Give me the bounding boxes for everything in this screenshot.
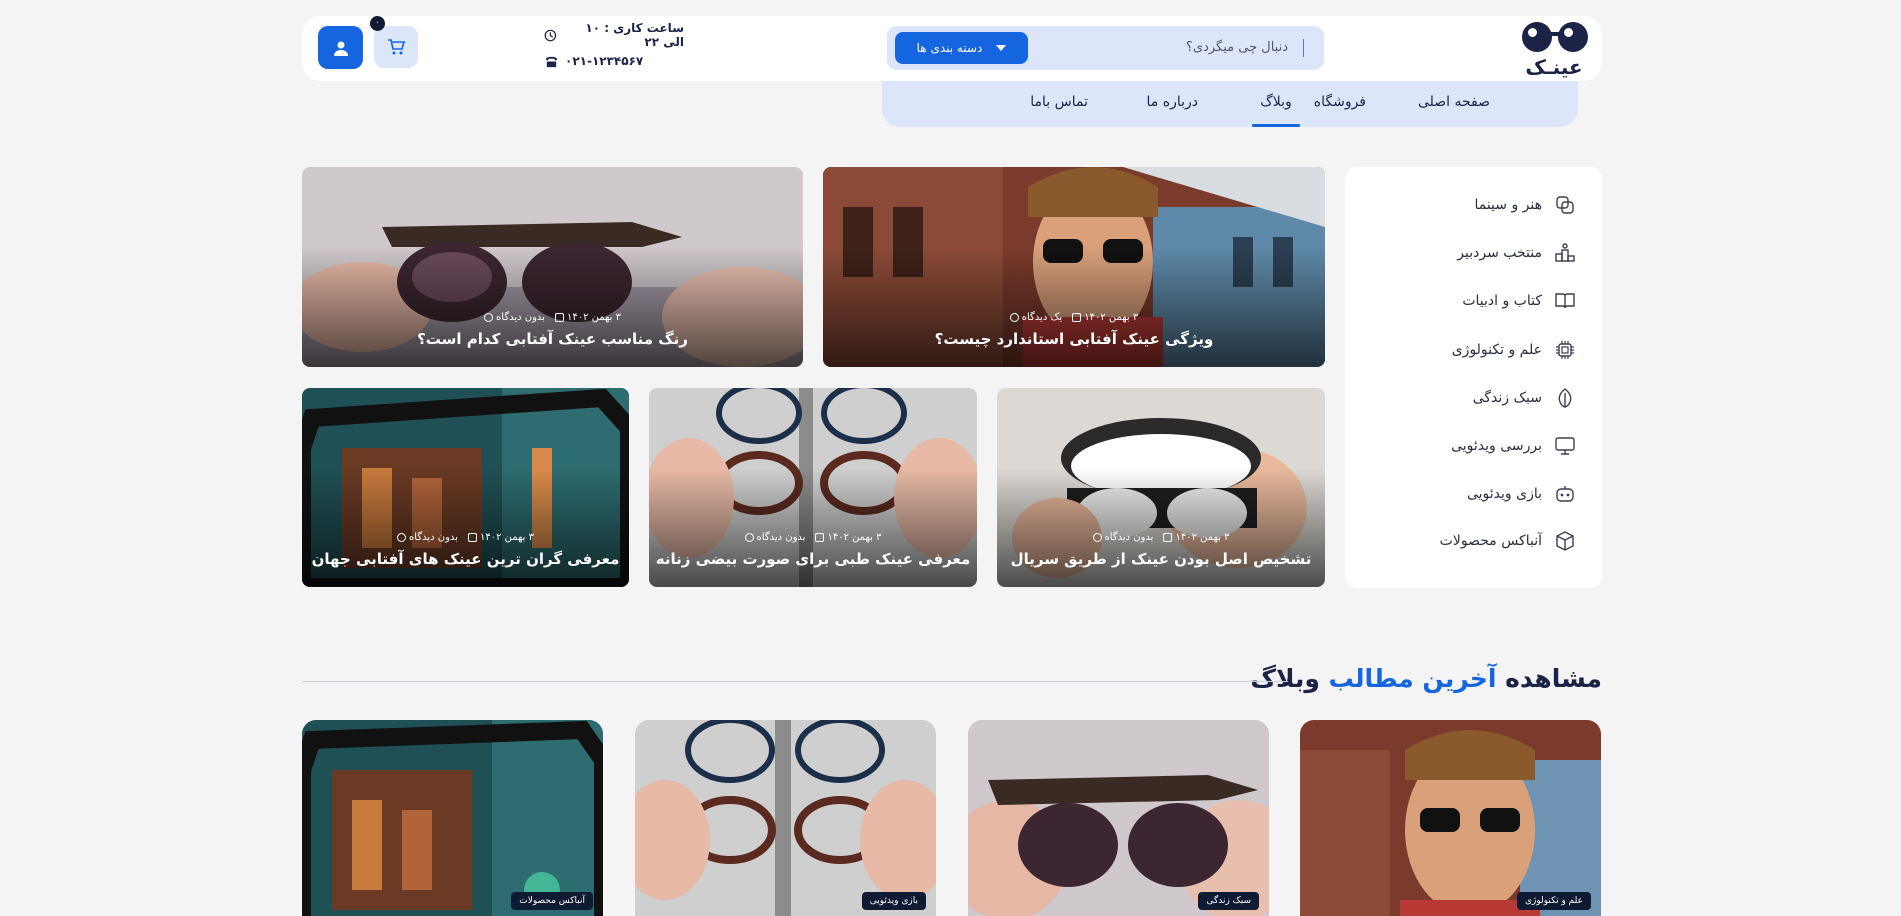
post-meta: ۳ بهمن ۱۴۰۲ بدون دیدگاه xyxy=(649,532,977,543)
comment-icon xyxy=(1092,533,1102,542)
latest-post-card[interactable]: علم و تکنولوژی xyxy=(1300,720,1601,916)
nav-item-about[interactable]: درباره ما xyxy=(1147,81,1198,127)
sidebar-item-books[interactable]: کتاب و ادبیات xyxy=(1462,286,1576,316)
cart-button[interactable] xyxy=(374,26,418,68)
category-sidebar: هنر و سینما منتخب سردبیر کتاب و ادبیات ع… xyxy=(1345,167,1602,588)
cart-icon xyxy=(388,39,406,55)
user-icon xyxy=(333,41,348,56)
cart-count-badge: ۰ xyxy=(370,16,385,31)
logo-lens-icon xyxy=(1558,22,1588,52)
category-tag[interactable]: بازی ویدئویی xyxy=(861,892,926,910)
sidebar-item-art-cinema[interactable]: هنر و سینما xyxy=(1474,190,1576,220)
post-comments: یک دیدگاه xyxy=(1009,312,1062,323)
logo-text: عینـک xyxy=(1525,55,1583,79)
site-header: عینـک دنبال چی میگردی؟ دسته بندی ها ساعت… xyxy=(302,16,1602,81)
box-icon xyxy=(1556,531,1574,551)
nav-item-blog[interactable]: وبلاگ xyxy=(1252,81,1300,127)
main-nav: صفحه اصلی فروشگاه وبلاگ درباره ما تماس ب… xyxy=(882,81,1578,127)
palette-icon xyxy=(1556,196,1574,214)
section-title: مشاهده آخرین مطالب وبلاگ xyxy=(1250,664,1602,693)
post-comments: بدون دیدگاه xyxy=(1092,532,1153,543)
featured-post-card[interactable]: ۳ بهمن ۱۴۰۲ یک دیدگاه ویژگی عینک آفتابی … xyxy=(823,167,1325,367)
logo-lens-icon xyxy=(1522,22,1552,52)
post-meta: ۳ بهمن ۱۴۰۲ بدون دیدگاه xyxy=(997,532,1325,543)
phone-icon xyxy=(545,56,558,67)
calendar-icon xyxy=(467,533,477,542)
latest-post-card[interactable]: بازی ویدئویی xyxy=(635,720,936,916)
post-comments: بدون دیدگاه xyxy=(397,532,458,543)
post-image xyxy=(302,720,603,916)
site-logo[interactable]: عینـک xyxy=(1520,20,1588,78)
calendar-icon xyxy=(1163,533,1173,542)
sidebar-item-video-games[interactable]: بازی ویدئویی xyxy=(1467,479,1576,509)
featured-post-card[interactable]: ۳ بهمن ۱۴۰۲ بدون دیدگاه معرفی گران ترین … xyxy=(302,388,629,587)
post-meta: ۳ بهمن ۱۴۰۲ بدون دیدگاه xyxy=(302,312,803,323)
post-date: ۳ بهمن ۱۴۰۲ xyxy=(815,532,881,543)
working-hours: ساعت کاری : ۱۰ الی ۲۲ xyxy=(544,21,684,49)
sidebar-item-science-tech[interactable]: علم و تکنولوژی xyxy=(1452,335,1576,365)
post-comments: بدون دیدگاه xyxy=(484,312,545,323)
post-title[interactable]: تشخیص اصل بودن عینک از طریق سریال xyxy=(997,550,1325,568)
category-tag[interactable]: علم و تکنولوژی xyxy=(1516,892,1591,910)
post-date: ۳ بهمن ۱۴۰۲ xyxy=(554,312,621,323)
nav-item-contact[interactable]: تماس باما xyxy=(1030,81,1088,127)
post-date: ۳ بهمن ۱۴۰۲ xyxy=(1163,532,1229,543)
featured-post-card[interactable]: ۳ بهمن ۱۴۰۲ بدون دیدگاه رنگ مناسب عینک آ… xyxy=(302,167,803,367)
caret-down-icon xyxy=(996,45,1007,51)
category-dropdown-button[interactable]: دسته بندی ها xyxy=(895,32,1028,64)
sidebar-item-lifestyle[interactable]: سبک زندگی xyxy=(1473,383,1576,413)
clock-icon xyxy=(544,29,557,41)
calendar-icon xyxy=(1072,313,1082,322)
comment-icon xyxy=(1009,313,1019,322)
featured-post-card[interactable]: ۳ بهمن ۱۴۰۲ بدون دیدگاه معرفی عینک طبی ب… xyxy=(649,388,977,587)
post-image xyxy=(635,720,936,916)
category-tag[interactable]: آنباکس محصولات xyxy=(511,892,593,910)
section-divider xyxy=(302,681,1288,682)
user-account-button[interactable] xyxy=(318,26,363,69)
search-bar[interactable]: دنبال چی میگردی؟ دسته بندی ها xyxy=(887,26,1324,70)
search-input[interactable]: دنبال چی میگردی؟ xyxy=(1186,26,1288,70)
post-date: ۳ بهمن ۱۴۰۲ xyxy=(467,532,534,543)
sidebar-item-editors-pick[interactable]: منتخب سردبیر xyxy=(1457,238,1576,268)
post-title[interactable]: ویژگی عینک آفتابی استاندارد چیست؟ xyxy=(823,330,1325,348)
post-image xyxy=(1300,720,1601,916)
gamepad-icon xyxy=(1556,486,1574,502)
sidebar-item-unboxing[interactable]: آنباکس محصولات xyxy=(1440,526,1576,556)
post-date: ۳ بهمن ۱۴۰۲ xyxy=(1072,312,1138,323)
monitor-icon xyxy=(1555,437,1575,455)
latest-post-card[interactable]: آنباکس محصولات xyxy=(302,720,603,916)
nav-item-home[interactable]: صفحه اصلی xyxy=(1418,81,1490,127)
comment-icon xyxy=(397,533,407,542)
post-title[interactable]: معرفی گران ترین عینک های آفتابی جهان xyxy=(302,550,629,568)
book-icon xyxy=(1555,293,1575,309)
post-title[interactable]: رنگ مناسب عینک آفتابی کدام است؟ xyxy=(302,330,803,348)
category-button-label: دسته بندی ها xyxy=(916,41,983,55)
contact-info: ساعت کاری : ۱۰ الی ۲۲ ۰۲۱-۱۲۳۴۵۶۷ xyxy=(544,21,684,78)
featured-post-card[interactable]: ۳ بهمن ۱۴۰۲ بدون دیدگاه تشخیص اصل بودن ع… xyxy=(997,388,1325,587)
post-title[interactable]: معرفی عینک طبی برای صورت بیضی زنانه xyxy=(649,550,977,568)
comment-icon xyxy=(484,313,494,322)
comment-icon xyxy=(744,533,754,542)
nav-item-shop[interactable]: فروشگاه xyxy=(1314,81,1366,127)
calendar-icon xyxy=(554,313,564,322)
podium-icon xyxy=(1555,243,1575,262)
phone-number[interactable]: ۰۲۱-۱۲۳۴۵۶۷ xyxy=(544,48,684,74)
latest-post-card[interactable]: سبک زندگی xyxy=(968,720,1269,916)
post-meta: ۳ بهمن ۱۴۰۲ بدون دیدگاه xyxy=(302,532,629,543)
post-meta: ۳ بهمن ۱۴۰۲ یک دیدگاه xyxy=(823,312,1325,323)
calendar-icon xyxy=(815,533,825,542)
category-tag[interactable]: سبک زندگی xyxy=(1198,892,1259,910)
chip-icon xyxy=(1556,341,1574,359)
sidebar-item-video-review[interactable]: بررسی ویدئویی xyxy=(1451,431,1576,461)
post-image xyxy=(968,720,1269,916)
post-comments: بدون دیدگاه xyxy=(744,532,805,543)
leaf-icon xyxy=(1558,388,1572,408)
